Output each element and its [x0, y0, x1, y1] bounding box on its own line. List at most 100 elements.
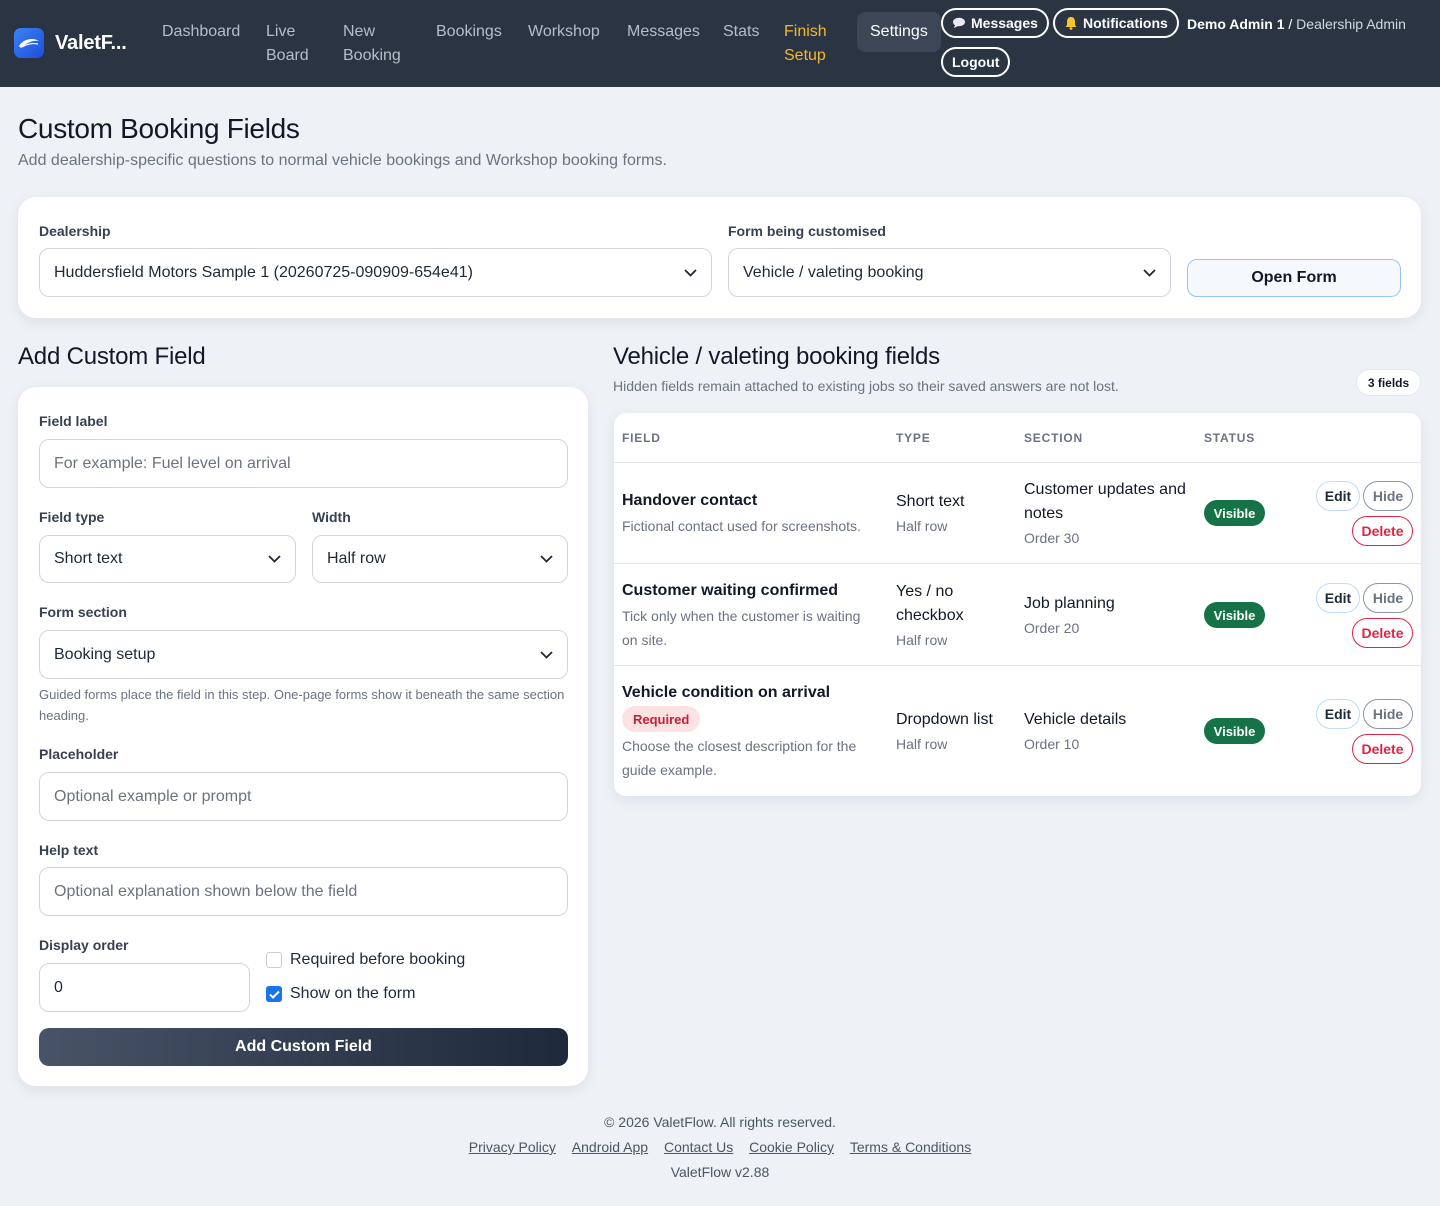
display-order-label: Display order — [39, 937, 129, 953]
footer-version: ValetFlow v2.88 — [670, 1164, 770, 1180]
fields-list-subtitle: Hidden fields remain attached to existin… — [613, 378, 1119, 394]
nav-finish-setup[interactable]: Finish Setup — [784, 20, 827, 68]
footer-link-terms[interactable]: Terms & Conditions — [850, 1139, 971, 1155]
footer-link-cookie[interactable]: Cookie Policy — [749, 1139, 834, 1155]
nav-bookings[interactable]: Bookings — [436, 20, 502, 44]
field-section: Job planning — [1024, 595, 1115, 612]
field-order: Order 30 — [1024, 530, 1080, 546]
nav-new-booking-line1: New — [343, 23, 376, 40]
messages-button-label: Messages — [971, 15, 1038, 31]
placeholder-label: Placeholder — [39, 746, 119, 762]
open-form-button[interactable]: Open Form — [1187, 259, 1401, 297]
nav-dashboard[interactable]: Dashboard — [162, 20, 240, 44]
chevron-down-icon — [684, 268, 697, 277]
brand-name: ValetF... — [55, 31, 127, 54]
field-type-value: Short text — [54, 550, 123, 567]
nav-settings[interactable]: Settings — [857, 12, 941, 52]
nav-stats[interactable]: Stats — [723, 20, 759, 44]
footer-link-privacy[interactable]: Privacy Policy — [469, 1139, 556, 1155]
chevron-down-icon — [540, 555, 553, 563]
show-on-form-label: Show on the form — [290, 985, 416, 1002]
field-name: Vehicle condition on arrival — [622, 684, 831, 701]
hide-button[interactable]: Hide — [1363, 481, 1413, 511]
form-section-value: Booking setup — [54, 645, 156, 663]
field-count-badge: 3 fields — [1356, 369, 1421, 396]
fields-list-title: Vehicle / valeting booking fields — [613, 343, 940, 370]
help-text-label: Help text — [39, 842, 99, 858]
placeholder-input[interactable]: Optional example or prompt — [39, 772, 568, 821]
form-customised-select[interactable]: Vehicle / valeting booking — [728, 248, 1171, 297]
field-name: Handover contact — [622, 492, 758, 509]
nav-messages[interactable]: Messages — [627, 20, 700, 44]
show-on-form-checkbox[interactable] — [266, 986, 282, 1002]
logout-button-label: Logout — [952, 54, 1000, 70]
edit-button[interactable]: Edit — [1316, 583, 1360, 613]
form-customised-label: Form being customised — [728, 223, 886, 239]
nav-live-board-line1: Live — [266, 23, 296, 40]
hide-button[interactable]: Hide — [1363, 699, 1413, 729]
notifications-button-label: Notifications — [1083, 15, 1168, 31]
col-status-header: STATUS — [1204, 431, 1256, 445]
field-name: Customer waiting confirmed — [622, 582, 839, 599]
speech-bubble-icon — [953, 17, 965, 28]
help-text-input[interactable]: Optional explanation shown below the fie… — [39, 867, 568, 916]
footer-link-contact[interactable]: Contact Us — [664, 1139, 733, 1155]
user-separator: / — [1284, 16, 1297, 32]
field-width: Half row — [896, 736, 948, 752]
required-badge: Required — [622, 706, 701, 732]
logout-button[interactable]: Logout — [941, 47, 1011, 77]
field-type: Dropdown list — [896, 711, 993, 728]
field-order: Order 10 — [1024, 736, 1080, 752]
field-type: Yes / no checkbox — [896, 583, 964, 624]
dealership-select-value: Huddersfield Motors Sample 1 (20260725-0… — [54, 263, 473, 281]
checkmark-icon — [268, 990, 280, 999]
required-checkbox[interactable] — [266, 952, 282, 968]
field-type-label: Field type — [39, 509, 105, 525]
form-section-help: Guided forms place the field in this ste… — [39, 687, 565, 723]
chevron-down-icon — [1143, 268, 1156, 277]
footer-copyright: © 2026 ValetFlow. All rights reserved. — [604, 1114, 836, 1130]
nav-finish-setup-line2: Setup — [784, 47, 826, 64]
messages-button[interactable]: Messages — [941, 8, 1049, 38]
field-label-input[interactable]: For example: Fuel level on arrival — [39, 439, 568, 488]
delete-button[interactable]: Delete — [1352, 734, 1413, 764]
edit-button[interactable]: Edit — [1316, 481, 1360, 511]
hide-button[interactable]: Hide — [1363, 583, 1413, 613]
brand[interactable]: ValetF... — [14, 28, 127, 58]
top-nav: ValetF... Dashboard Live Board New Booki… — [0, 0, 1440, 87]
status-badge: Visible — [1204, 602, 1265, 628]
footer-link-android-app[interactable]: Android App — [572, 1139, 648, 1155]
field-type: Short text — [896, 493, 965, 510]
field-section: Vehicle details — [1024, 711, 1127, 728]
notifications-button[interactable]: Notifications — [1053, 8, 1179, 38]
required-checkbox-label: Required before booking — [290, 951, 466, 968]
field-description: Choose the closest description for the g… — [622, 738, 857, 778]
dealership-select[interactable]: Huddersfield Motors Sample 1 (20260725-0… — [39, 248, 712, 297]
status-badge: Visible — [1204, 500, 1265, 526]
width-select[interactable]: Half row — [312, 535, 568, 583]
field-type-select[interactable]: Short text — [39, 535, 296, 583]
form-section-select[interactable]: Booking setup — [39, 630, 568, 679]
width-label: Width — [312, 509, 351, 525]
add-custom-field-button[interactable]: Add Custom Field — [39, 1028, 568, 1066]
field-description: Tick only when the customer is waiting o… — [622, 608, 861, 648]
nav-finish-setup-line1: Finish — [784, 23, 827, 40]
field-description: Fictional contact used for screenshots. — [622, 518, 861, 534]
chevron-down-icon — [540, 650, 553, 659]
add-custom-field-title: Add Custom Field — [18, 343, 206, 370]
delete-button[interactable]: Delete — [1352, 516, 1413, 546]
user-info: Demo Admin 1 / Dealership Admin — [1187, 14, 1406, 34]
form-customised-select-value: Vehicle / valeting booking — [743, 263, 924, 281]
placeholder-input-placeholder: Optional example or prompt — [54, 787, 252, 805]
field-label-placeholder: For example: Fuel level on arrival — [54, 454, 291, 472]
nav-workshop[interactable]: Workshop — [528, 20, 600, 44]
field-section: Customer updates and notes — [1024, 481, 1186, 522]
dealership-label: Dealership — [39, 223, 111, 239]
nav-live-board[interactable]: Live Board — [266, 20, 309, 68]
col-field-header: FIELD — [622, 431, 661, 445]
display-order-input[interactable]: 0 — [39, 963, 250, 1012]
nav-new-booking[interactable]: New Booking — [343, 20, 401, 68]
delete-button[interactable]: Delete — [1352, 618, 1413, 648]
display-order-value: 0 — [54, 978, 63, 996]
edit-button[interactable]: Edit — [1316, 699, 1360, 729]
